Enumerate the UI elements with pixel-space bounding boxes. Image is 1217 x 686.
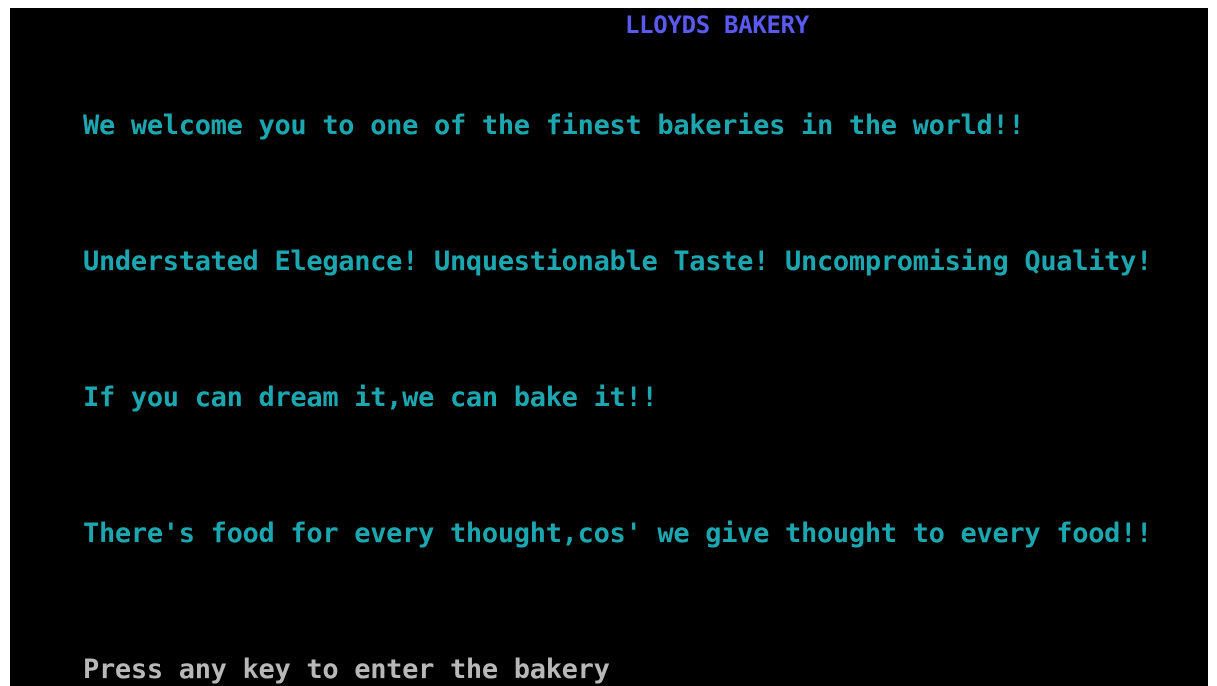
slogan-line: Understated Elegance! Unquestionable Tas…	[83, 246, 1153, 277]
page-title: LLOYDS BAKERY	[625, 11, 809, 39]
welcome-line: We welcome you to one of the finest bake…	[83, 110, 1025, 141]
dream-line: If you can dream it,we can bake it!!	[83, 382, 658, 413]
food-thought-line: There's food for every thought,cos' we g…	[83, 518, 1153, 549]
press-any-key-prompt: Press any key to enter the bakery	[83, 654, 610, 685]
console-screen[interactable]: LLOYDS BAKERY We welcome you to one of t…	[10, 8, 1208, 686]
